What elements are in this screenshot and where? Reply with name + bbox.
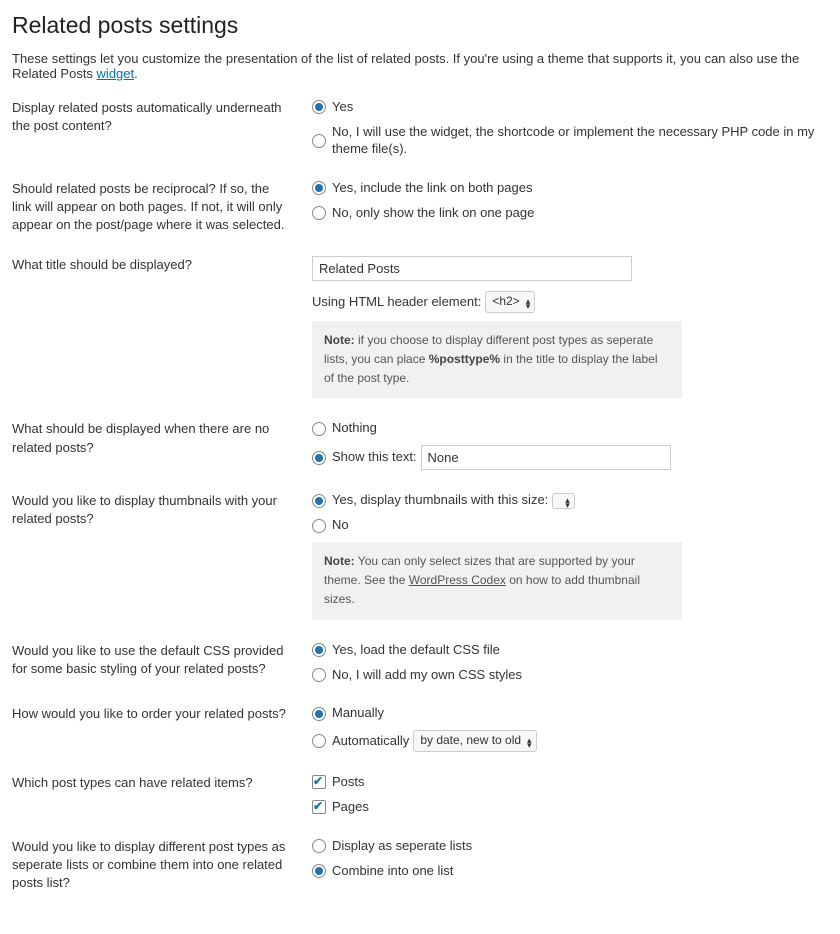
checkbox-label: Posts [332,774,365,791]
row-title: What title should be displayed? Using HT… [12,256,828,398]
note-prefix: Note: [324,554,355,568]
radio-label: No, I will add my own CSS styles [332,667,522,684]
label-thumbnails: Would you like to display thumbnails wit… [12,492,312,528]
order-by-select[interactable]: by date, new to old ▴▾ [413,730,536,752]
radio-label: No, only show the link on one page [332,205,534,222]
chevron-updown-icon: ▴▾ [527,736,532,746]
radio-label: Automatically [332,733,409,750]
radio-css-yes[interactable] [312,643,326,657]
intro-period: . [134,66,138,81]
radio-label: Yes, load the default CSS file [332,642,500,659]
radio-label: No [332,517,349,534]
chevron-updown-icon: ▴▾ [565,496,570,506]
radio-label: Yes, include the link on both pages [332,180,532,197]
widget-link[interactable]: widget [97,66,135,81]
radio-label: Display as seperate lists [332,838,472,855]
radio-label: Yes, display thumbnails with this size: [332,492,548,509]
radio-thumbnails-no[interactable] [312,519,326,533]
no-related-text-input[interactable] [421,445,671,470]
select-value: <h2> [492,294,519,310]
thumbnails-note: Note: You can only select sizes that are… [312,542,682,620]
intro-text: These settings let you customize the pre… [12,51,828,81]
label-title: What title should be displayed? [12,256,312,274]
radio-combine-separate[interactable] [312,839,326,853]
header-element-label: Using HTML header element: [312,294,481,311]
page-title: Related posts settings [12,12,828,39]
radio-label: Combine into one list [332,863,453,880]
checkbox-pages[interactable] [312,800,326,814]
header-element-select[interactable]: <h2> ▴▾ [485,291,535,313]
label-combine: Would you like to display different post… [12,838,312,893]
radio-thumbnails-yes[interactable] [312,494,326,508]
radio-label: No, I will use the widget, the shortcode… [332,124,828,158]
radio-order-manual[interactable] [312,707,326,721]
label-display-auto: Display related posts automatically unde… [12,99,312,135]
label-reciprocal: Should related posts be reciprocal? If s… [12,180,312,235]
title-input[interactable] [312,256,632,281]
radio-reciprocal-no[interactable] [312,206,326,220]
row-no-related: What should be displayed when there are … [12,420,828,470]
note-prefix: Note: [324,333,355,347]
row-reciprocal: Should related posts be reciprocal? If s… [12,180,828,235]
checkbox-label: Pages [332,799,369,816]
label-order: How would you like to order your related… [12,705,312,723]
radio-order-auto[interactable] [312,734,326,748]
radio-display-auto-yes[interactable] [312,100,326,114]
radio-css-no[interactable] [312,668,326,682]
row-thumbnails: Would you like to display thumbnails wit… [12,492,828,619]
radio-label: Show this text: [332,449,417,466]
row-order: How would you like to order your related… [12,705,828,751]
row-post-types: Which post types can have related items?… [12,774,828,816]
radio-combine-one[interactable] [312,864,326,878]
thumbnail-size-select[interactable]: ▴▾ [552,493,575,509]
radio-label: Nothing [332,420,377,437]
radio-reciprocal-yes[interactable] [312,181,326,195]
radio-label: Yes [332,99,353,116]
row-css: Would you like to use the default CSS pr… [12,642,828,684]
row-combine: Would you like to display different post… [12,838,828,893]
radio-label: Manually [332,705,384,722]
radio-no-related-text[interactable] [312,451,326,465]
row-display-auto: Display related posts automatically unde… [12,99,828,158]
label-no-related: What should be displayed when there are … [12,420,312,456]
label-css: Would you like to use the default CSS pr… [12,642,312,678]
radio-display-auto-no[interactable] [312,134,326,148]
chevron-updown-icon: ▴▾ [526,297,531,307]
checkbox-posts[interactable] [312,775,326,789]
title-note: Note: if you choose to display different… [312,321,682,399]
label-post-types: Which post types can have related items? [12,774,312,792]
radio-no-related-nothing[interactable] [312,422,326,436]
note-code: %posttype% [429,352,500,366]
select-value: by date, new to old [420,733,521,749]
codex-link[interactable]: WordPress Codex [409,573,506,587]
